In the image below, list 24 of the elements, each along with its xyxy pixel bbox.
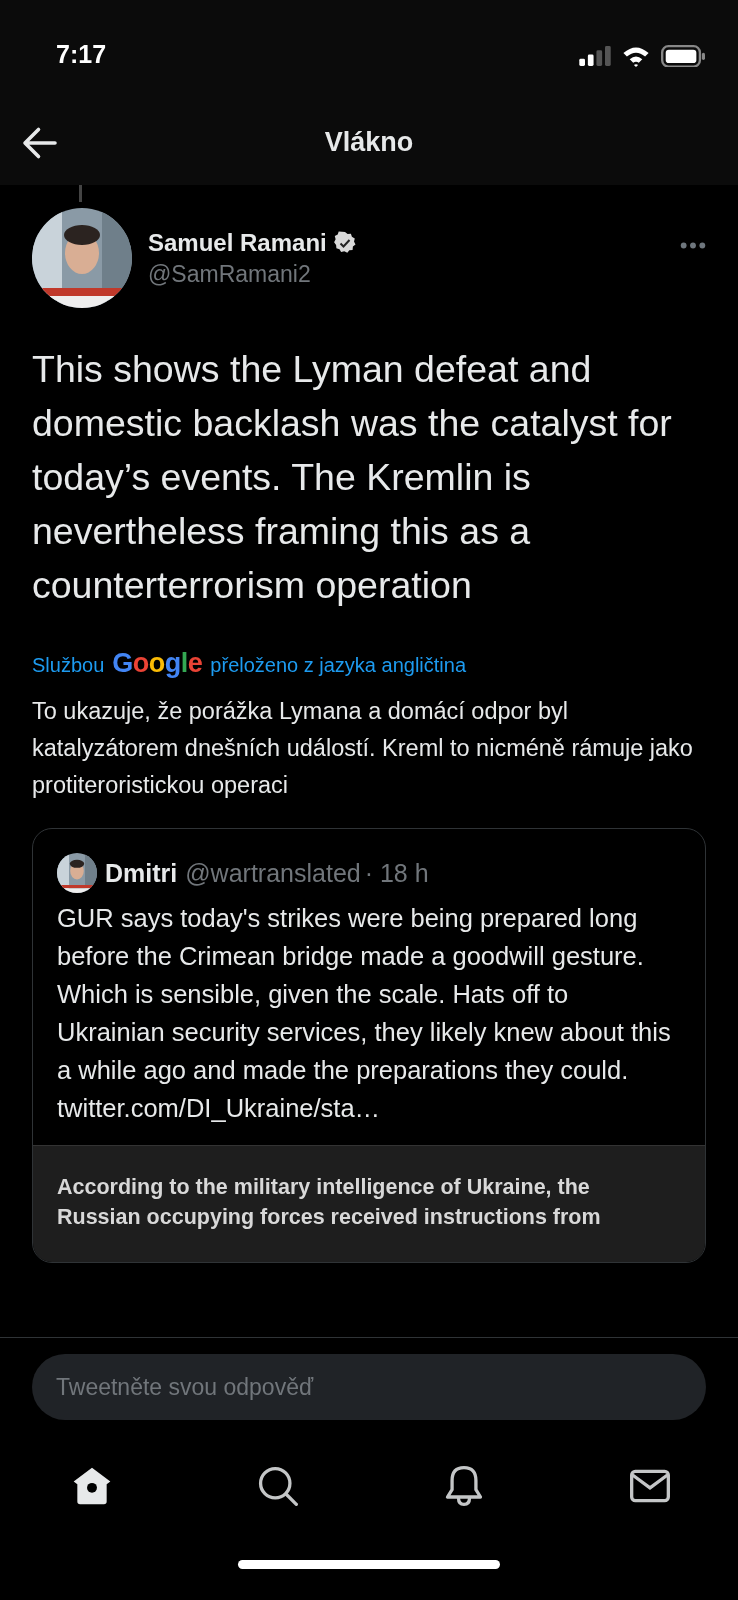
screen-title: Vlákno — [323, 127, 415, 158]
translation-label: Službou — [32, 654, 105, 677]
quote-author-name: Dmitri — [105, 858, 178, 888]
quote-link[interactable]: twitter.com/DI_Ukraine/sta… — [57, 1089, 681, 1127]
search-icon[interactable] — [256, 1464, 300, 1508]
author-handle[interactable]: @SamRamani2 — [148, 260, 664, 288]
google-logo: Google — [112, 648, 203, 679]
battery-icon — [660, 45, 706, 67]
tweet-text: This shows the Lyman defeat and domestic backlash was the catalyst for today’s events. The Kremlin is nevertheless framing this as a counterterrorism operation — [32, 347, 673, 608]
reply-field[interactable]: Tweetněte svou odpověď — [32, 1354, 706, 1420]
author-name[interactable]: Samuel Ramani — [148, 228, 327, 257]
quote-text: GUR says today's strikes were being prepared long before the Crimean bridge made a goodwill gesture. Which is sensible, given the scale. Hats off to Ukrainian security services, they likely knew about this a while ago and made the preparations they could. — [57, 903, 672, 1086]
embedded-card[interactable]: According to the military intelligence of Ukraine, the Russian occupying forces received instructions from — [33, 1145, 705, 1262]
quote-author-handle: @wartranslated — [185, 858, 361, 888]
quoted-tweet-card[interactable] — [32, 828, 706, 1263]
translation-source[interactable]: přeloženo z jazyka angličtina — [210, 654, 467, 677]
quote-time: · 18 h — [364, 858, 429, 888]
translated-text: To ukazuje, že porážka Lymana a domácí odpor byl katalyzátorem dnešních událostí. Kreml to nicméně rámuje jako protiteroristickou operaci — [32, 697, 694, 800]
signal-icon — [578, 46, 612, 66]
embedded-text: Russian occupying forces received instructions from — [57, 1204, 602, 1231]
wifi-icon — [622, 45, 650, 67]
clock-time: 7:17 — [56, 40, 107, 69]
embedded-text: According to the military intelligence of Ukraine, the — [57, 1174, 591, 1201]
more-icon[interactable] — [680, 242, 706, 249]
